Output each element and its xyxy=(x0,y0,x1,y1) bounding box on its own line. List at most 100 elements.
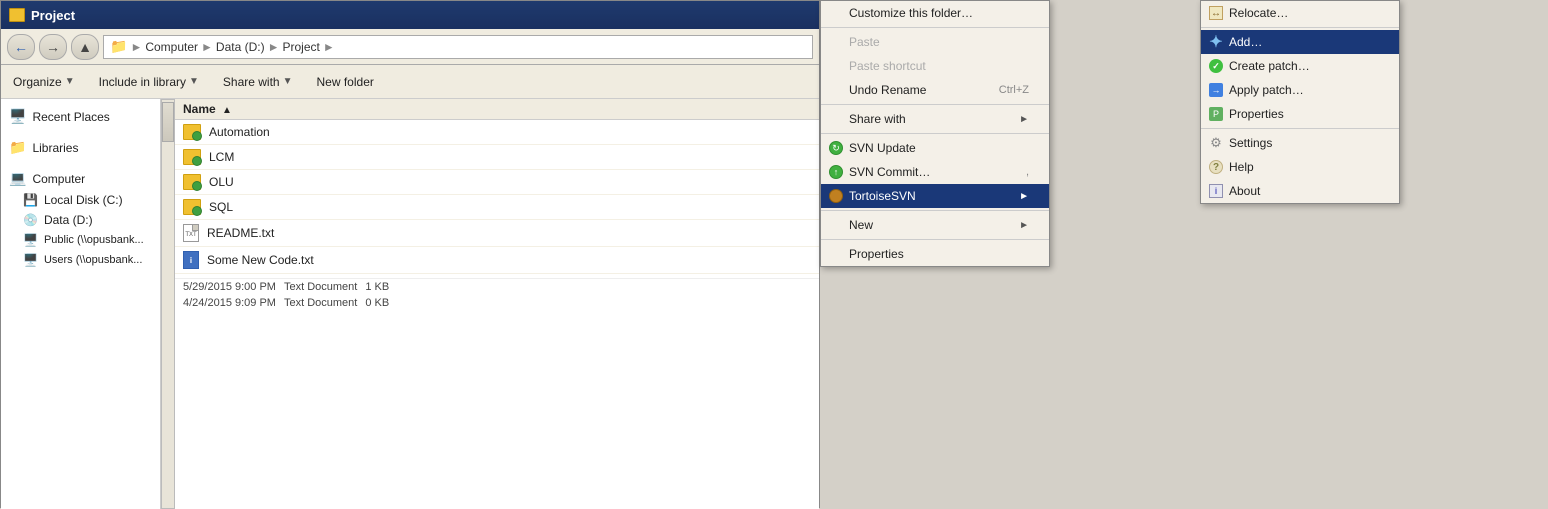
tortoise-icon xyxy=(829,189,843,203)
sort-arrow: ▲ xyxy=(222,105,232,116)
file-item-olu[interactable]: OLU xyxy=(175,170,819,195)
file-item-sql[interactable]: SQL xyxy=(175,195,819,220)
menu-item-undo-rename[interactable]: Undo Rename Ctrl+Z xyxy=(821,78,1049,102)
submenu-separator-2 xyxy=(1201,128,1399,129)
folder-svn-icon xyxy=(183,149,201,165)
forward-button[interactable]: → xyxy=(39,34,67,60)
context-menu: Customize this folder… Paste Paste short… xyxy=(820,0,1050,267)
share-with-button[interactable]: Share with ▼ xyxy=(219,73,297,91)
sidebar-item-users[interactable]: 🖥️ Users (\\opusbank... xyxy=(5,250,156,270)
sidebar-scrollbar[interactable] xyxy=(161,99,175,509)
share-arrow: ▼ xyxy=(283,76,293,87)
readme-date: 5/29/2015 9:00 PM xyxy=(183,281,276,293)
libraries-icon: 📁 xyxy=(9,139,26,156)
properties-symbol: P xyxy=(1209,107,1223,121)
newcode-size: 0 KB xyxy=(365,297,389,309)
sidebar-item-public[interactable]: 🖥️ Public (\\opusbank... xyxy=(5,230,156,250)
address-path[interactable]: 📁 ► Computer ► Data (D:) ► Project ► xyxy=(103,35,813,59)
folder-svn-icon xyxy=(183,174,201,190)
submenu-item-settings[interactable]: ⚙ Settings xyxy=(1201,131,1399,155)
file-list: Name ▲ Automation LCM OLU SQL xyxy=(175,99,819,509)
path-separator-1: ► xyxy=(130,40,142,54)
path-separator-4: ► xyxy=(323,40,335,54)
library-arrow: ▼ xyxy=(189,76,199,87)
menu-item-new[interactable]: New ► xyxy=(821,213,1049,237)
add-symbol: ✦ xyxy=(1209,32,1222,52)
menu-item-svn-update[interactable]: SVN Update xyxy=(821,136,1049,160)
path-separator-2: ► xyxy=(201,40,213,54)
svn-commit-shortcut: , xyxy=(1026,166,1029,178)
undo-rename-shortcut: Ctrl+Z xyxy=(999,84,1029,96)
sidebar-scroll-thumb[interactable] xyxy=(162,102,174,142)
path-folder[interactable]: Project xyxy=(282,40,319,54)
submenu-item-about[interactable]: i About xyxy=(1201,179,1399,203)
apply-patch-symbol: → xyxy=(1209,83,1223,97)
submenu-separator-1 xyxy=(1201,27,1399,28)
readme-details-row: 5/29/2015 9:00 PM Text Document 1 KB xyxy=(175,278,819,295)
organize-button[interactable]: Organize ▼ xyxy=(9,73,79,91)
file-item-automation[interactable]: Automation xyxy=(175,120,819,145)
submenu-item-properties[interactable]: P Properties xyxy=(1201,102,1399,126)
submenu-item-relocate[interactable]: ↔ Relocate… xyxy=(1201,1,1399,25)
svn-commit-icon xyxy=(827,163,845,181)
svn-update-circle xyxy=(829,141,843,155)
menu-item-svn-commit[interactable]: SVN Commit… , xyxy=(821,160,1049,184)
file-explorer-window: Project ← → ▲ 📁 ► Computer ► Data (D:) ►… xyxy=(0,0,820,508)
file-list-header: Name ▲ xyxy=(175,99,819,120)
menu-item-customize[interactable]: Customize this folder… xyxy=(821,1,1049,25)
readme-size: 1 KB xyxy=(365,281,389,293)
sidebar-item-libraries[interactable]: 📁 Libraries xyxy=(5,136,156,159)
newcode-type: Text Document xyxy=(284,297,357,309)
sidebar: 🖥️ Recent Places 📁 Libraries 💻 Computer … xyxy=(1,99,161,509)
tortoise-svn-icon xyxy=(827,187,845,205)
file-item-lcm[interactable]: LCM xyxy=(175,145,819,170)
new-arrow: ► xyxy=(1019,220,1029,231)
computer-icon: 💻 xyxy=(9,170,26,187)
file-item-some-new-code[interactable]: i Some New Code.txt xyxy=(175,247,819,274)
menu-item-share-with[interactable]: Share with ► xyxy=(821,107,1049,131)
sidebar-item-data-drive[interactable]: 💿 Data (D:) xyxy=(5,210,156,230)
folder-path-icon: 📁 xyxy=(110,38,127,55)
txt-file-icon: TXT xyxy=(183,224,199,242)
menu-item-paste[interactable]: Paste xyxy=(821,30,1049,54)
menu-separator-5 xyxy=(821,239,1049,240)
path-drive[interactable]: Data (D:) xyxy=(216,40,265,54)
data-drive-icon: 💿 xyxy=(23,213,38,227)
menu-separator-4 xyxy=(821,210,1049,211)
create-patch-icon: ✓ xyxy=(1207,57,1225,75)
submenu-item-create-patch[interactable]: ✓ Create patch… xyxy=(1201,54,1399,78)
about-icon: i xyxy=(1207,182,1225,200)
help-icon: ? xyxy=(1207,158,1225,176)
path-computer[interactable]: Computer xyxy=(145,40,198,54)
newcode-date: 4/24/2015 9:09 PM xyxy=(183,297,276,309)
menu-item-paste-shortcut[interactable]: Paste shortcut xyxy=(821,54,1049,78)
menu-separator-2 xyxy=(821,104,1049,105)
up-button[interactable]: ▲ xyxy=(71,34,99,60)
relocate-icon: ↔ xyxy=(1207,4,1225,22)
title-bar: Project xyxy=(1,1,819,29)
create-patch-symbol: ✓ xyxy=(1209,59,1223,73)
submenu-item-add[interactable]: ✦ Add… xyxy=(1201,30,1399,54)
menu-item-tortoise-svn[interactable]: TortoiseSVN ► xyxy=(821,184,1049,208)
add-icon: ✦ xyxy=(1207,33,1225,51)
menu-item-properties[interactable]: Properties xyxy=(821,242,1049,266)
address-bar: ← → ▲ 📁 ► Computer ► Data (D:) ► Project… xyxy=(1,29,819,65)
include-in-library-button[interactable]: Include in library ▼ xyxy=(95,73,203,91)
sidebar-item-recent-places[interactable]: 🖥️ Recent Places xyxy=(5,105,156,128)
svn-properties-icon: P xyxy=(1207,105,1225,123)
submenu-item-help[interactable]: ? Help xyxy=(1201,155,1399,179)
back-button[interactable]: ← xyxy=(7,34,35,60)
menu-separator-1 xyxy=(821,27,1049,28)
tortoise-svn-submenu: ↔ Relocate… ✦ Add… ✓ Create patch… → App… xyxy=(1200,0,1400,204)
sidebar-item-local-disk[interactable]: 💾 Local Disk (C:) xyxy=(5,190,156,210)
new-folder-button[interactable]: New folder xyxy=(313,73,378,91)
svn-commit-circle xyxy=(829,165,843,179)
submenu-item-apply-patch[interactable]: → Apply patch… xyxy=(1201,78,1399,102)
local-disk-icon: 💾 xyxy=(23,193,38,207)
toolbar: Organize ▼ Include in library ▼ Share wi… xyxy=(1,65,819,99)
sidebar-item-computer[interactable]: 💻 Computer xyxy=(5,167,156,190)
relocate-symbol: ↔ xyxy=(1209,6,1223,20)
file-item-readme[interactable]: TXT README.txt xyxy=(175,220,819,247)
folder-svn-icon xyxy=(183,124,201,140)
sidebar-container: 🖥️ Recent Places 📁 Libraries 💻 Computer … xyxy=(1,99,175,509)
